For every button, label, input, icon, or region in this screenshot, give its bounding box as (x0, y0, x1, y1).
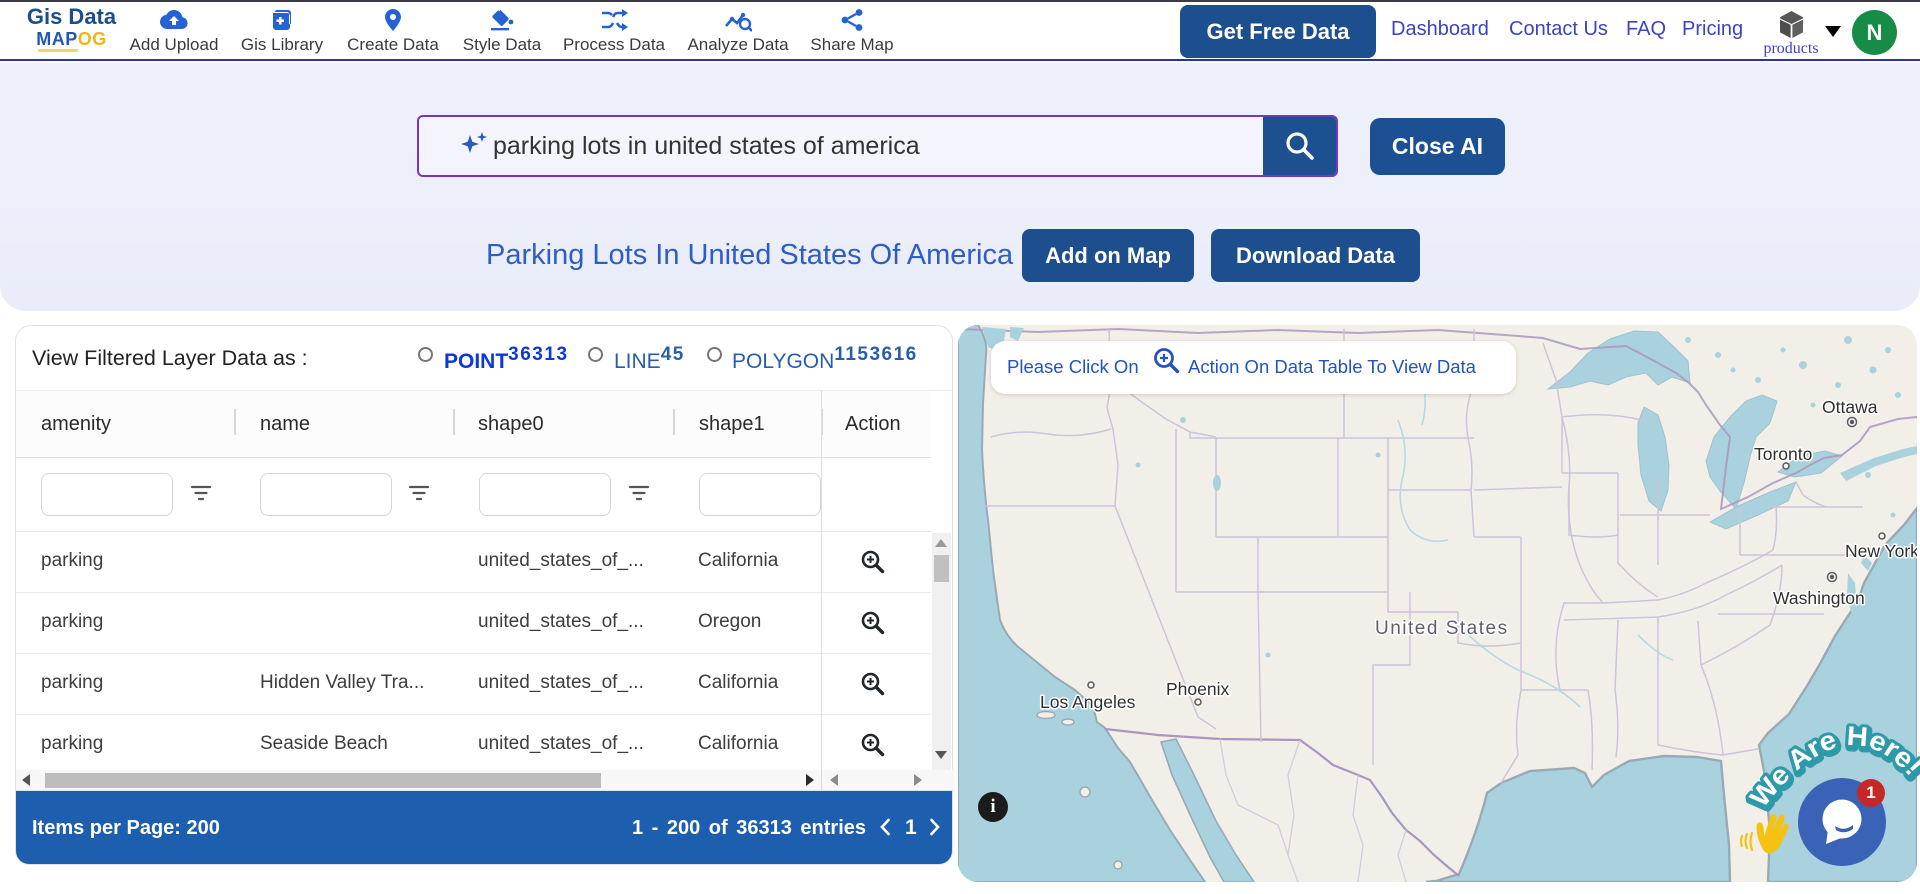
svg-text:Toronto: Toronto (1754, 444, 1812, 464)
svg-text:Phoenix: Phoenix (1166, 679, 1229, 699)
svg-text:New York: New York (1845, 541, 1917, 561)
svg-text:United States: United States (1375, 618, 1509, 639)
svg-text:Washington: Washington (1773, 588, 1865, 608)
svg-text:Los Angeles: Los Angeles (1040, 692, 1136, 712)
svg-text:Ottawa: Ottawa (1822, 397, 1878, 417)
